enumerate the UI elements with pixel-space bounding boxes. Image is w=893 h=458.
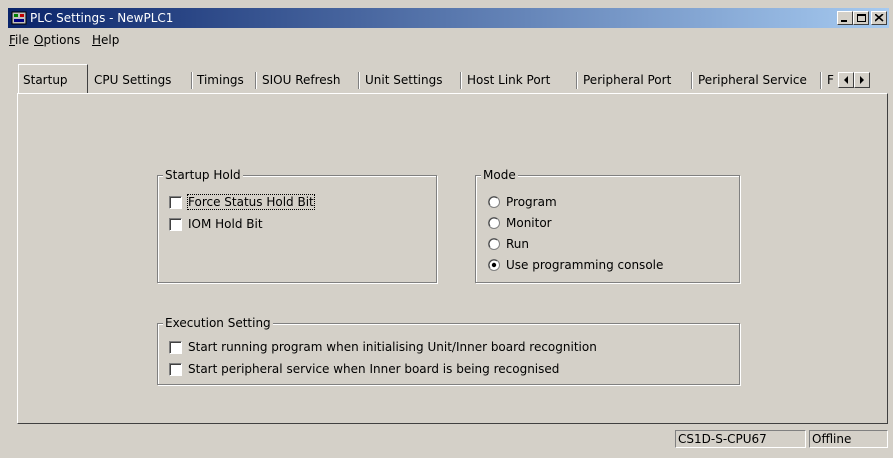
menu-options-label: ptions <box>43 33 81 47</box>
start-running-program-label: Start running program when initialising … <box>188 340 597 354</box>
status-bar: CS1D-S-CPU67 Offline <box>8 428 889 450</box>
mode-monitor-label: Monitor <box>506 216 552 230</box>
tab-truncated[interactable]: F <box>827 73 834 87</box>
startup-hold-title: Startup Hold <box>163 168 243 182</box>
tab-scroll-left-button[interactable] <box>838 72 854 88</box>
tab-separator <box>460 72 462 89</box>
execution-setting-group: Execution Setting Start running program … <box>157 316 740 385</box>
tab-separator <box>691 72 693 89</box>
force-status-hold-label: Force Status Hold Bit <box>187 194 315 210</box>
menu-file-label: ile <box>15 33 30 47</box>
tab-peripheral-port[interactable]: Peripheral Port <box>583 73 671 87</box>
tab-startup-label: Startup <box>23 73 68 87</box>
tab-separator <box>358 72 360 89</box>
tab-strip: Startup CPU Settings Timings SIOU Refres… <box>18 64 888 94</box>
iom-hold-label: IOM Hold Bit <box>188 217 263 231</box>
minimize-icon <box>841 20 847 22</box>
mode-program-label: Program <box>506 195 557 209</box>
tab-startup[interactable]: Startup <box>18 64 88 93</box>
close-button[interactable] <box>871 11 887 25</box>
checkbox-box[interactable] <box>169 341 182 354</box>
arrow-left-icon <box>844 76 848 84</box>
maximize-button[interactable] <box>853 11 869 25</box>
startup-tab-panel: Startup Hold Force Status Hold Bit IOM H… <box>17 93 888 424</box>
checkbox-box[interactable] <box>169 363 182 376</box>
maximize-icon <box>857 14 866 22</box>
arrow-right-icon <box>860 76 864 84</box>
tab-cpu-settings[interactable]: CPU Settings <box>94 73 171 87</box>
minimize-button[interactable] <box>837 11 853 25</box>
status-cpu-model: CS1D-S-CPU67 <box>675 430 806 448</box>
tab-unit-settings[interactable]: Unit Settings <box>365 73 442 87</box>
tab-peripheral-service[interactable]: Peripheral Service <box>698 73 807 87</box>
menu-file[interactable]: File <box>9 33 29 47</box>
menu-options[interactable]: Options <box>34 33 80 47</box>
status-connection: Offline <box>809 430 888 448</box>
menu-help-label: elp <box>101 33 120 47</box>
tab-separator <box>820 72 822 89</box>
tab-host-link-port[interactable]: Host Link Port <box>467 73 550 87</box>
tab-separator <box>576 72 578 89</box>
execution-setting-title: Execution Setting <box>163 316 273 330</box>
tab-separator <box>191 72 193 89</box>
mode-title: Mode <box>481 168 518 182</box>
close-icon <box>875 14 884 22</box>
menu-bar: File Options Help <box>8 30 889 50</box>
title-bar[interactable]: PLC Settings - NewPLC1 <box>8 8 889 28</box>
menu-help-mnemonic: H <box>92 33 102 47</box>
menu-help[interactable]: Help <box>92 33 119 47</box>
mode-group: Mode Program Monitor Run Use programming… <box>475 168 740 283</box>
radio-selected-icon[interactable] <box>488 259 500 271</box>
tab-siou-refresh[interactable]: SIOU Refresh <box>262 73 341 87</box>
status-message-area <box>8 430 674 448</box>
window-title: PLC Settings - NewPLC1 <box>30 11 174 25</box>
checkbox-box[interactable] <box>169 218 182 231</box>
start-peripheral-service-label: Start peripheral service when Inner boar… <box>188 362 560 376</box>
radio-unselected-icon[interactable] <box>488 196 500 208</box>
plc-settings-window: PLC Settings - NewPLC1 File Options Help… <box>0 0 893 458</box>
tab-timings[interactable]: Timings <box>197 73 244 87</box>
checkbox-box[interactable] <box>169 196 182 209</box>
tab-separator <box>255 72 257 89</box>
startup-hold-group: Startup Hold Force Status Hold Bit IOM H… <box>157 168 437 283</box>
mode-programming-console-label: Use programming console <box>506 258 664 272</box>
tab-scroll-right-button[interactable] <box>854 72 870 88</box>
mode-run-label: Run <box>506 237 530 251</box>
radio-unselected-icon[interactable] <box>488 238 500 250</box>
radio-unselected-icon[interactable] <box>488 217 500 229</box>
plc-app-icon <box>11 11 27 25</box>
